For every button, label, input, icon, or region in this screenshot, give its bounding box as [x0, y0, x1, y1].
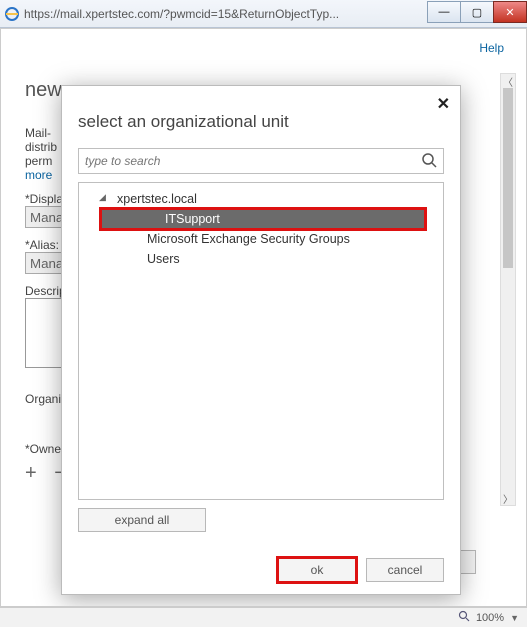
status-bar: 100% ▼: [0, 607, 527, 627]
ie-icon: [4, 6, 20, 22]
zoom-dropdown-icon[interactable]: ▼: [510, 613, 519, 623]
scroll-down-icon[interactable]: 〉: [501, 491, 515, 505]
tree-item[interactable]: Microsoft Exchange Security Groups: [83, 229, 439, 249]
dialog-close-icon[interactable]: ✕: [437, 94, 450, 114]
ou-search-input[interactable]: [79, 149, 415, 173]
zoom-icon[interactable]: [458, 610, 470, 625]
tree-item[interactable]: Users: [83, 249, 439, 269]
ou-tree: xpertstec.local ITSupport Microsoft Exch…: [78, 182, 444, 500]
window-titlebar: https://mail.xpertstec.com/?pwmcid=15&Re…: [0, 0, 527, 28]
more-link[interactable]: more: [25, 168, 52, 182]
search-icon[interactable]: [421, 152, 439, 170]
close-button[interactable]: ✕: [493, 1, 527, 23]
dialog-action-bar: ok cancel: [78, 544, 444, 582]
tree-root[interactable]: xpertstec.local: [83, 189, 439, 209]
maximize-button[interactable]: ▢: [460, 1, 494, 23]
zoom-level[interactable]: 100%: [476, 612, 504, 624]
ou-search-box: [78, 148, 444, 174]
dialog-title: select an organizational unit: [78, 112, 444, 132]
dialog-cancel-button[interactable]: cancel: [366, 558, 444, 582]
page-content: Help new Mail- distrib perm more *Displa…: [0, 28, 527, 607]
expand-all-button[interactable]: expand all: [78, 508, 206, 532]
window-buttons: — ▢ ✕: [428, 1, 527, 23]
help-link[interactable]: Help: [479, 41, 504, 55]
intro-line-2: distrib: [25, 140, 57, 154]
tree-item-selected[interactable]: ITSupport: [101, 209, 425, 229]
scroll-thumb[interactable]: [503, 88, 513, 268]
page-scrollbar[interactable]: 〈 〉: [500, 73, 516, 506]
ou-picker-dialog: ✕ select an organizational unit xpertste…: [61, 85, 461, 595]
ok-button[interactable]: ok: [278, 558, 356, 582]
intro-line-1: Mail-: [25, 126, 51, 140]
intro-line-3: perm: [25, 154, 52, 168]
address-bar[interactable]: https://mail.xpertstec.com/?pwmcid=15&Re…: [24, 7, 428, 21]
minimize-button[interactable]: —: [427, 1, 461, 23]
scroll-up-icon[interactable]: 〈: [501, 74, 515, 88]
